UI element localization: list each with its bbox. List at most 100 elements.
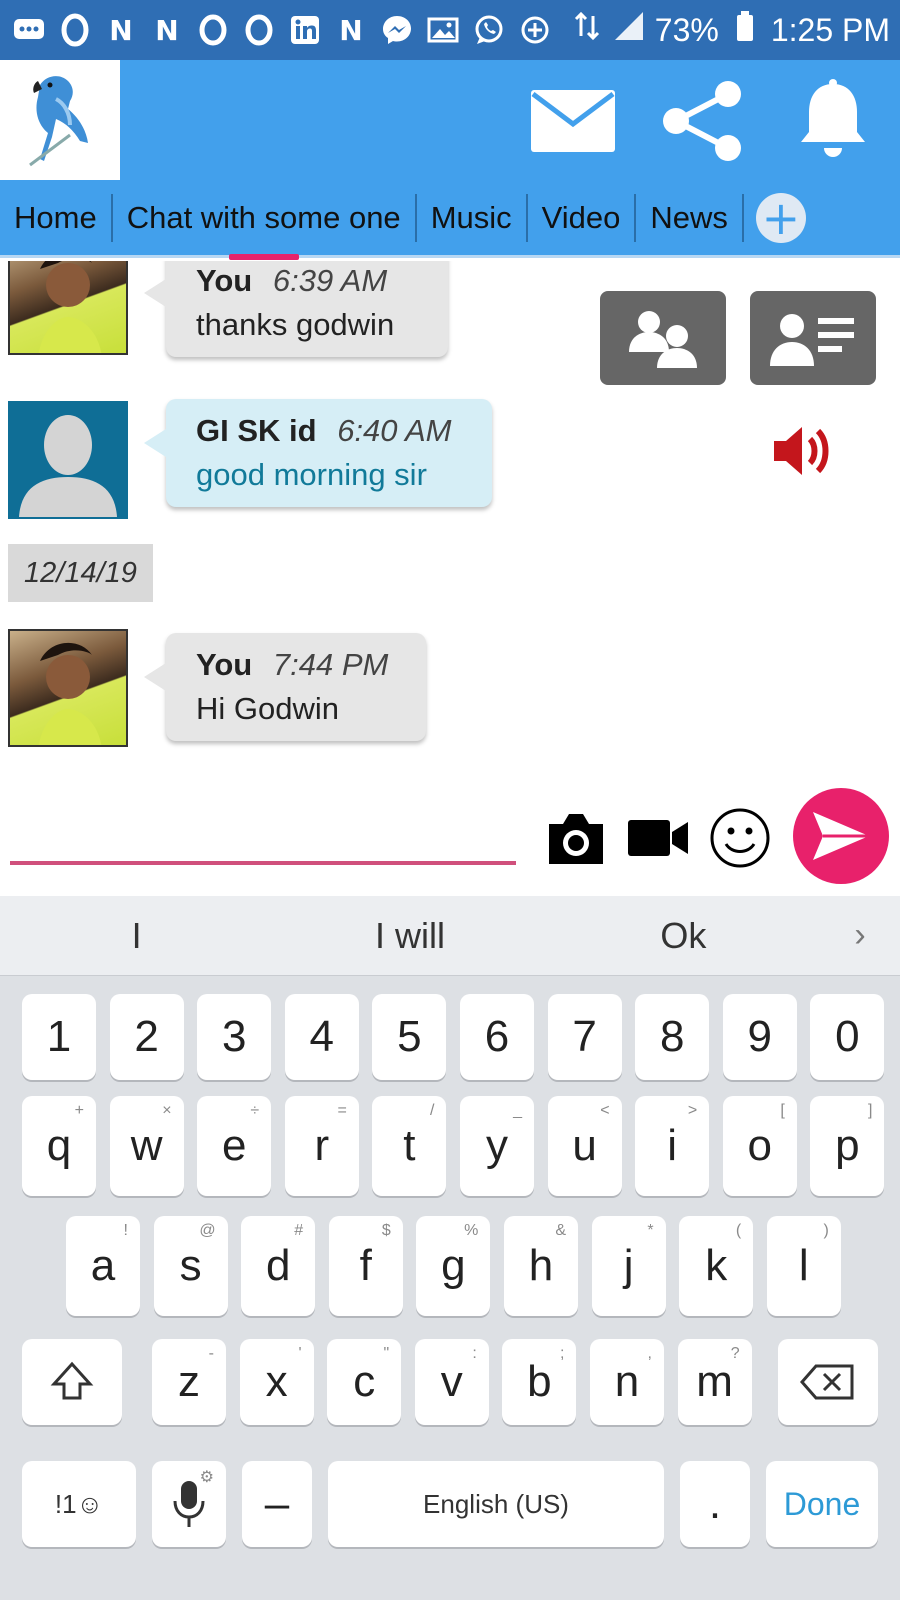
key-number[interactable]: 4 <box>284 994 359 1080</box>
key-letter[interactable]: w × <box>109 1096 184 1196</box>
suggestion-item[interactable]: I will <box>273 915 546 957</box>
key-label: 4 <box>309 1012 335 1061</box>
tab-chat[interactable]: Chat with some one <box>113 193 417 242</box>
add-tab-button[interactable]: + <box>755 192 806 243</box>
key-alt-label: [ <box>780 1102 785 1119</box>
linkedin-icon <box>286 13 324 47</box>
key-label: n <box>614 1357 640 1406</box>
tab-news[interactable]: News <box>636 193 744 242</box>
suggestion-item[interactable]: I <box>0 915 273 957</box>
contact-card-button[interactable] <box>750 291 876 385</box>
key-alt-label: - <box>208 1345 214 1362</box>
key-letter[interactable]: y _ <box>460 1096 534 1196</box>
key-number[interactable]: 1 <box>22 994 96 1080</box>
avatar[interactable] <box>8 401 128 519</box>
key-label: b <box>527 1357 552 1406</box>
key-number[interactable]: 9 <box>722 994 797 1080</box>
send-icon <box>813 812 869 860</box>
period-key[interactable]: . <box>680 1461 750 1547</box>
key-label: u <box>572 1121 597 1170</box>
key-letter[interactable]: r = <box>284 1096 359 1196</box>
key-letter[interactable]: a! <box>66 1216 140 1316</box>
symbols-key[interactable]: !1☺ <box>22 1461 136 1547</box>
key-letter[interactable]: g% <box>416 1216 491 1316</box>
key-number[interactable]: 8 <box>635 994 710 1080</box>
key-letter[interactable]: k( <box>679 1216 754 1316</box>
key-letter[interactable]: z- <box>152 1339 226 1425</box>
key-letter[interactable]: x ' <box>239 1339 314 1425</box>
tab-bar: Home Chat with some one Music Video News… <box>0 180 900 258</box>
backspace-key[interactable] <box>778 1339 878 1425</box>
date-separator: 12/14/19 <box>8 544 153 602</box>
chat-area[interactable]: You 6:39 AM thanks godwin GI SK id 6:40 … <box>0 261 900 781</box>
key-letter[interactable]: t / <box>372 1096 447 1196</box>
key-letter[interactable]: f $ <box>328 1216 403 1316</box>
chevron-right-icon[interactable]: › <box>820 916 900 955</box>
key-letter[interactable]: p] <box>810 1096 885 1196</box>
bell-icon[interactable] <box>788 76 878 166</box>
key-letter[interactable]: b; <box>502 1339 577 1425</box>
shift-key[interactable] <box>22 1339 122 1425</box>
key-letter[interactable]: h & <box>504 1216 578 1316</box>
key-number[interactable]: 5 <box>372 994 447 1080</box>
key-letter[interactable]: v: <box>414 1339 489 1425</box>
n-icon: N <box>109 13 133 47</box>
send-button[interactable] <box>793 788 889 884</box>
parrot-logo[interactable] <box>0 60 120 180</box>
avatar[interactable] <box>8 629 128 747</box>
done-key[interactable]: Done <box>766 1461 878 1547</box>
gear-icon: ⚙ <box>199 1469 214 1486</box>
key-label: c <box>353 1357 376 1406</box>
key-letter[interactable]: i > <box>635 1096 710 1196</box>
dash-key[interactable]: – <box>242 1461 312 1547</box>
key-label: f <box>359 1241 372 1290</box>
suggestion-item[interactable]: Ok <box>547 915 820 957</box>
key-letter[interactable]: s @ <box>153 1216 228 1316</box>
key-letter[interactable]: c " <box>327 1339 402 1425</box>
speaker-icon[interactable] <box>772 421 842 481</box>
key-letter[interactable]: u < <box>547 1096 622 1196</box>
key-letter[interactable]: m? <box>677 1339 752 1425</box>
message-bubble: GI SK id 6:40 AM good morning sir <box>144 399 492 507</box>
camera-icon[interactable] <box>544 806 608 870</box>
key-alt-label: ' <box>298 1345 302 1362</box>
avatar[interactable] <box>8 261 128 355</box>
tab-video[interactable]: Video <box>528 193 637 242</box>
key-number[interactable]: 3 <box>197 994 272 1080</box>
key-label: a <box>90 1241 116 1290</box>
space-key[interactable]: English (US) <box>328 1461 664 1547</box>
emoji-icon[interactable] <box>708 806 772 870</box>
key-alt-label: ; <box>559 1345 565 1362</box>
key-label: g <box>441 1241 466 1290</box>
message-input[interactable] <box>10 801 516 857</box>
key-number[interactable]: 0 <box>810 994 885 1080</box>
key-letter[interactable]: d # <box>241 1216 316 1316</box>
key-letter[interactable]: l) <box>766 1216 841 1316</box>
share-icon[interactable] <box>658 76 748 166</box>
whatsapp-icon <box>470 13 508 47</box>
voice-input-key[interactable]: ⚙ <box>152 1461 226 1547</box>
key-letter[interactable]: q + <box>22 1096 96 1196</box>
key-label: h <box>528 1241 554 1290</box>
mail-icon[interactable] <box>528 76 618 166</box>
key-alt-label: @ <box>199 1222 216 1239</box>
key-label: t <box>403 1121 416 1170</box>
key-letter[interactable]: j * <box>591 1216 666 1316</box>
app-root: N N N 73% 1:25 PM Home Chat with some on… <box>0 0 900 1600</box>
key-letter[interactable]: n, <box>590 1339 664 1425</box>
group-chat-button[interactable] <box>600 291 726 385</box>
key-letter[interactable]: o[ <box>722 1096 797 1196</box>
tab-music[interactable]: Music <box>417 193 528 242</box>
key-label: e <box>221 1121 247 1170</box>
key-number[interactable]: 7 <box>547 994 622 1080</box>
key-label: 8 <box>659 1012 685 1061</box>
key-label: z <box>178 1357 200 1406</box>
key-number[interactable]: 6 <box>460 994 534 1080</box>
key-label: 7 <box>572 1012 597 1061</box>
key-alt-label: ÷ <box>250 1102 260 1119</box>
video-camera-icon[interactable] <box>626 806 690 870</box>
key-letter[interactable]: e ÷ <box>197 1096 272 1196</box>
key-number[interactable]: 2 <box>109 994 184 1080</box>
opera-icon <box>56 13 94 47</box>
tab-home[interactable]: Home <box>0 193 113 242</box>
